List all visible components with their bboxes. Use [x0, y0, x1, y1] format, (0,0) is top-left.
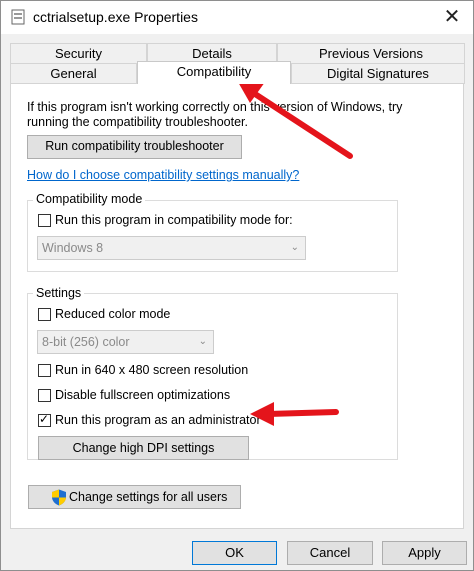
tab-compatibility[interactable]: Compatibility: [137, 61, 291, 84]
annotation-layer: [238, 82, 353, 426]
red-arrow-icon: [238, 82, 353, 159]
red-arrow-icon: [250, 402, 339, 426]
